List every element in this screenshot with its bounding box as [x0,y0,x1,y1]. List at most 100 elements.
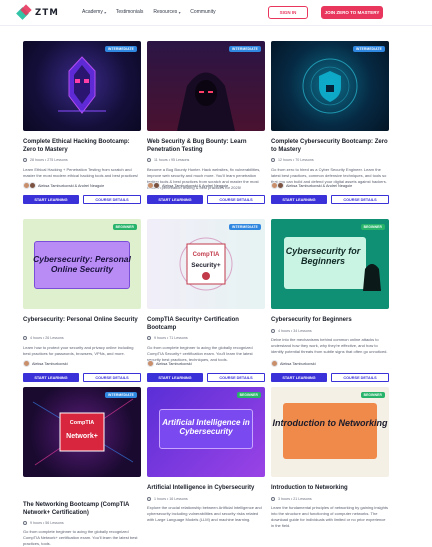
svg-text:CompTIA: CompTIA [70,420,94,426]
course-details-button[interactable]: COURSE DETAILS [207,195,265,204]
start-learning-button[interactable]: START LEARNING [271,373,327,382]
clock-icon [271,497,275,501]
course-meta: 12 hours • 70 Lessons [271,158,389,162]
course-meta: 1 hours • 16 Lessons [147,497,265,501]
course-title[interactable]: Complete Cybersecurity Bootcamp: Zero to… [271,138,389,154]
course-author: Aleksa Tamburkovski [23,360,141,367]
network-cert-icon: CompTIA [32,398,134,466]
nav-item-resources[interactable]: Resources ▾ [153,9,180,15]
clock-icon [23,336,27,340]
comptia-certificate-icon: CompTIA Security+ [179,237,233,291]
course-thumbnail[interactable]: INTERMEDIATE [23,41,141,131]
level-badge: INTERMEDIATE [228,46,261,52]
course-title[interactable]: Web Security & Bug Bounty: Learn Penetra… [147,138,265,154]
level-badge: BEGINNER [112,224,137,230]
course-thumbnail[interactable]: Introduction to Networking BEGINNER [271,387,389,477]
course-meta: 28 hours • 275 Lessons [23,158,141,162]
course-thumbnail[interactable]: Cybersecurity for Beginners BEGINNER [271,219,389,309]
hacker-figure-icon [363,264,381,291]
logo-text: ZTM [35,7,60,18]
course-title[interactable]: Cybersecurity: Personal Online Security [23,316,141,324]
nav-item-testimonials[interactable]: Testimonials [116,9,144,15]
course-thumbnail[interactable]: Artificial Intelligence in Cybersecurity… [147,387,265,477]
nav-item-academy[interactable]: Academy ▾ [82,9,106,15]
course-author: Aleksa Tamburkovski & Andrei Neagoie [147,182,265,189]
course-description: Learn Ethical Hacking + Penetration Test… [23,167,139,178]
level-badge: BEGINNER [360,224,385,230]
start-learning-button[interactable]: START LEARNING [23,195,79,204]
course-title[interactable]: Complete Ethical Hacking Bootcamp: Zero … [23,138,141,154]
course-description: Go from complete beginner to acing the g… [23,529,138,546]
clock-icon [147,158,151,162]
clock-icon [147,336,151,340]
avatar [277,182,284,189]
course-details-button[interactable]: COURSE DETAILS [207,373,265,382]
course-description: Learn how to protect your security and p… [23,345,134,356]
course-thumbnail[interactable]: CompTIA Network+ INTERMEDIATE [23,387,141,477]
course-author: Aleksa Tamburkovski & Andrei Neagoie [23,182,141,189]
thumb-panel [283,403,377,459]
course-details-button[interactable]: COURSE DETAILS [331,195,389,204]
course-title[interactable]: Cybersecurity for Beginners [271,316,389,324]
nav-item-community[interactable]: Community [190,9,215,15]
chevron-down-icon: ▾ [103,9,106,15]
course-title[interactable]: The Networking Bootcamp (CompTIA Network… [23,501,141,517]
shield-lock-icon [302,58,358,114]
sign-in-button[interactable]: SIGN IN [268,6,308,19]
course-meta: 4 hours • 34 Lessons [271,329,389,333]
course-title[interactable]: Introduction to Networking [271,484,389,492]
clock-icon [271,158,275,162]
card-actions: START LEARNING COURSE DETAILS [23,373,141,382]
course-author: Aleksa Tamburkovski [147,360,265,367]
thumb-text: Artificial Intelligence in Cybersecurity [162,418,250,437]
course-meta: 3 hours • 21 Lessons [271,497,389,501]
join-button[interactable]: JOIN ZERO TO MASTERY [321,6,383,19]
level-badge: INTERMEDIATE [104,46,137,52]
start-learning-button[interactable]: START LEARNING [23,373,79,382]
course-thumbnail[interactable]: INTERMEDIATE [271,41,389,131]
course-description: Delve into the mechanisms behind common … [271,337,388,354]
course-author: Aleksa Tamburkovski & Andrei Neagoie [271,182,389,189]
ztm-logo[interactable]: ZTM [16,4,60,20]
clock-icon [271,329,275,333]
course-meta: 9 hours • 71 Lessons [147,336,265,340]
svg-text:CompTIA: CompTIA [193,252,220,258]
thumb-text: Cybersecurity: Personal Online Security [33,254,131,274]
course-title[interactable]: CompTIA Security+ Certification Bootcamp [147,316,265,332]
course-description: Explore the crucial relationship between… [147,505,262,522]
chevron-down-icon: ▾ [178,9,181,15]
avatar [147,360,154,367]
level-badge: INTERMEDIATE [228,224,261,230]
ztm-logo-icon [16,4,32,20]
thumb-text: Network+ [66,433,98,440]
course-thumbnail[interactable]: Cybersecurity: Personal Online Security … [23,219,141,309]
course-details-button[interactable]: COURSE DETAILS [83,373,141,382]
card-actions: START LEARNING COURSE DETAILS [23,195,141,204]
start-learning-button[interactable]: START LEARNING [147,195,203,204]
clock-icon [147,497,151,501]
level-badge: INTERMEDIATE [104,392,137,398]
avatar [153,182,160,189]
top-navigation-bar: ZTM Academy ▾ Testimonials Resources ▾ Com… [0,0,432,26]
clock-icon [23,158,27,162]
start-learning-button[interactable]: START LEARNING [147,373,203,382]
course-meta: 11 hours • 95 Lessons [147,158,265,162]
hooded-hacker-icon [177,72,235,131]
thumb-text: Introduction to Networking [272,418,388,428]
card-actions: START LEARNING COURSE DETAILS [147,195,265,204]
course-author: Aleksa Tamburkovski [271,360,389,367]
course-title[interactable]: Artificial Intelligence in Cybersecurity [147,484,265,492]
course-details-button[interactable]: COURSE DETAILS [83,195,141,204]
avatar [29,182,36,189]
course-thumbnail[interactable]: CompTIA Security+ INTERMEDIATE [147,219,265,309]
level-badge: INTERMEDIATE [352,46,385,52]
level-badge: BEGINNER [236,392,261,398]
course-thumbnail[interactable]: INTERMEDIATE [147,41,265,131]
course-description: Learn the fundamental principles of netw… [271,505,388,528]
course-meta: 4 hours • 26 Lessons [23,336,141,340]
start-learning-button[interactable]: START LEARNING [271,195,327,204]
clock-icon [23,521,27,525]
course-details-button[interactable]: COURSE DETAILS [331,373,389,382]
main-nav: Academy ▾ Testimonials Resources ▾ Communi… [82,9,216,15]
card-actions: START LEARNING COURSE DETAILS [271,195,389,204]
